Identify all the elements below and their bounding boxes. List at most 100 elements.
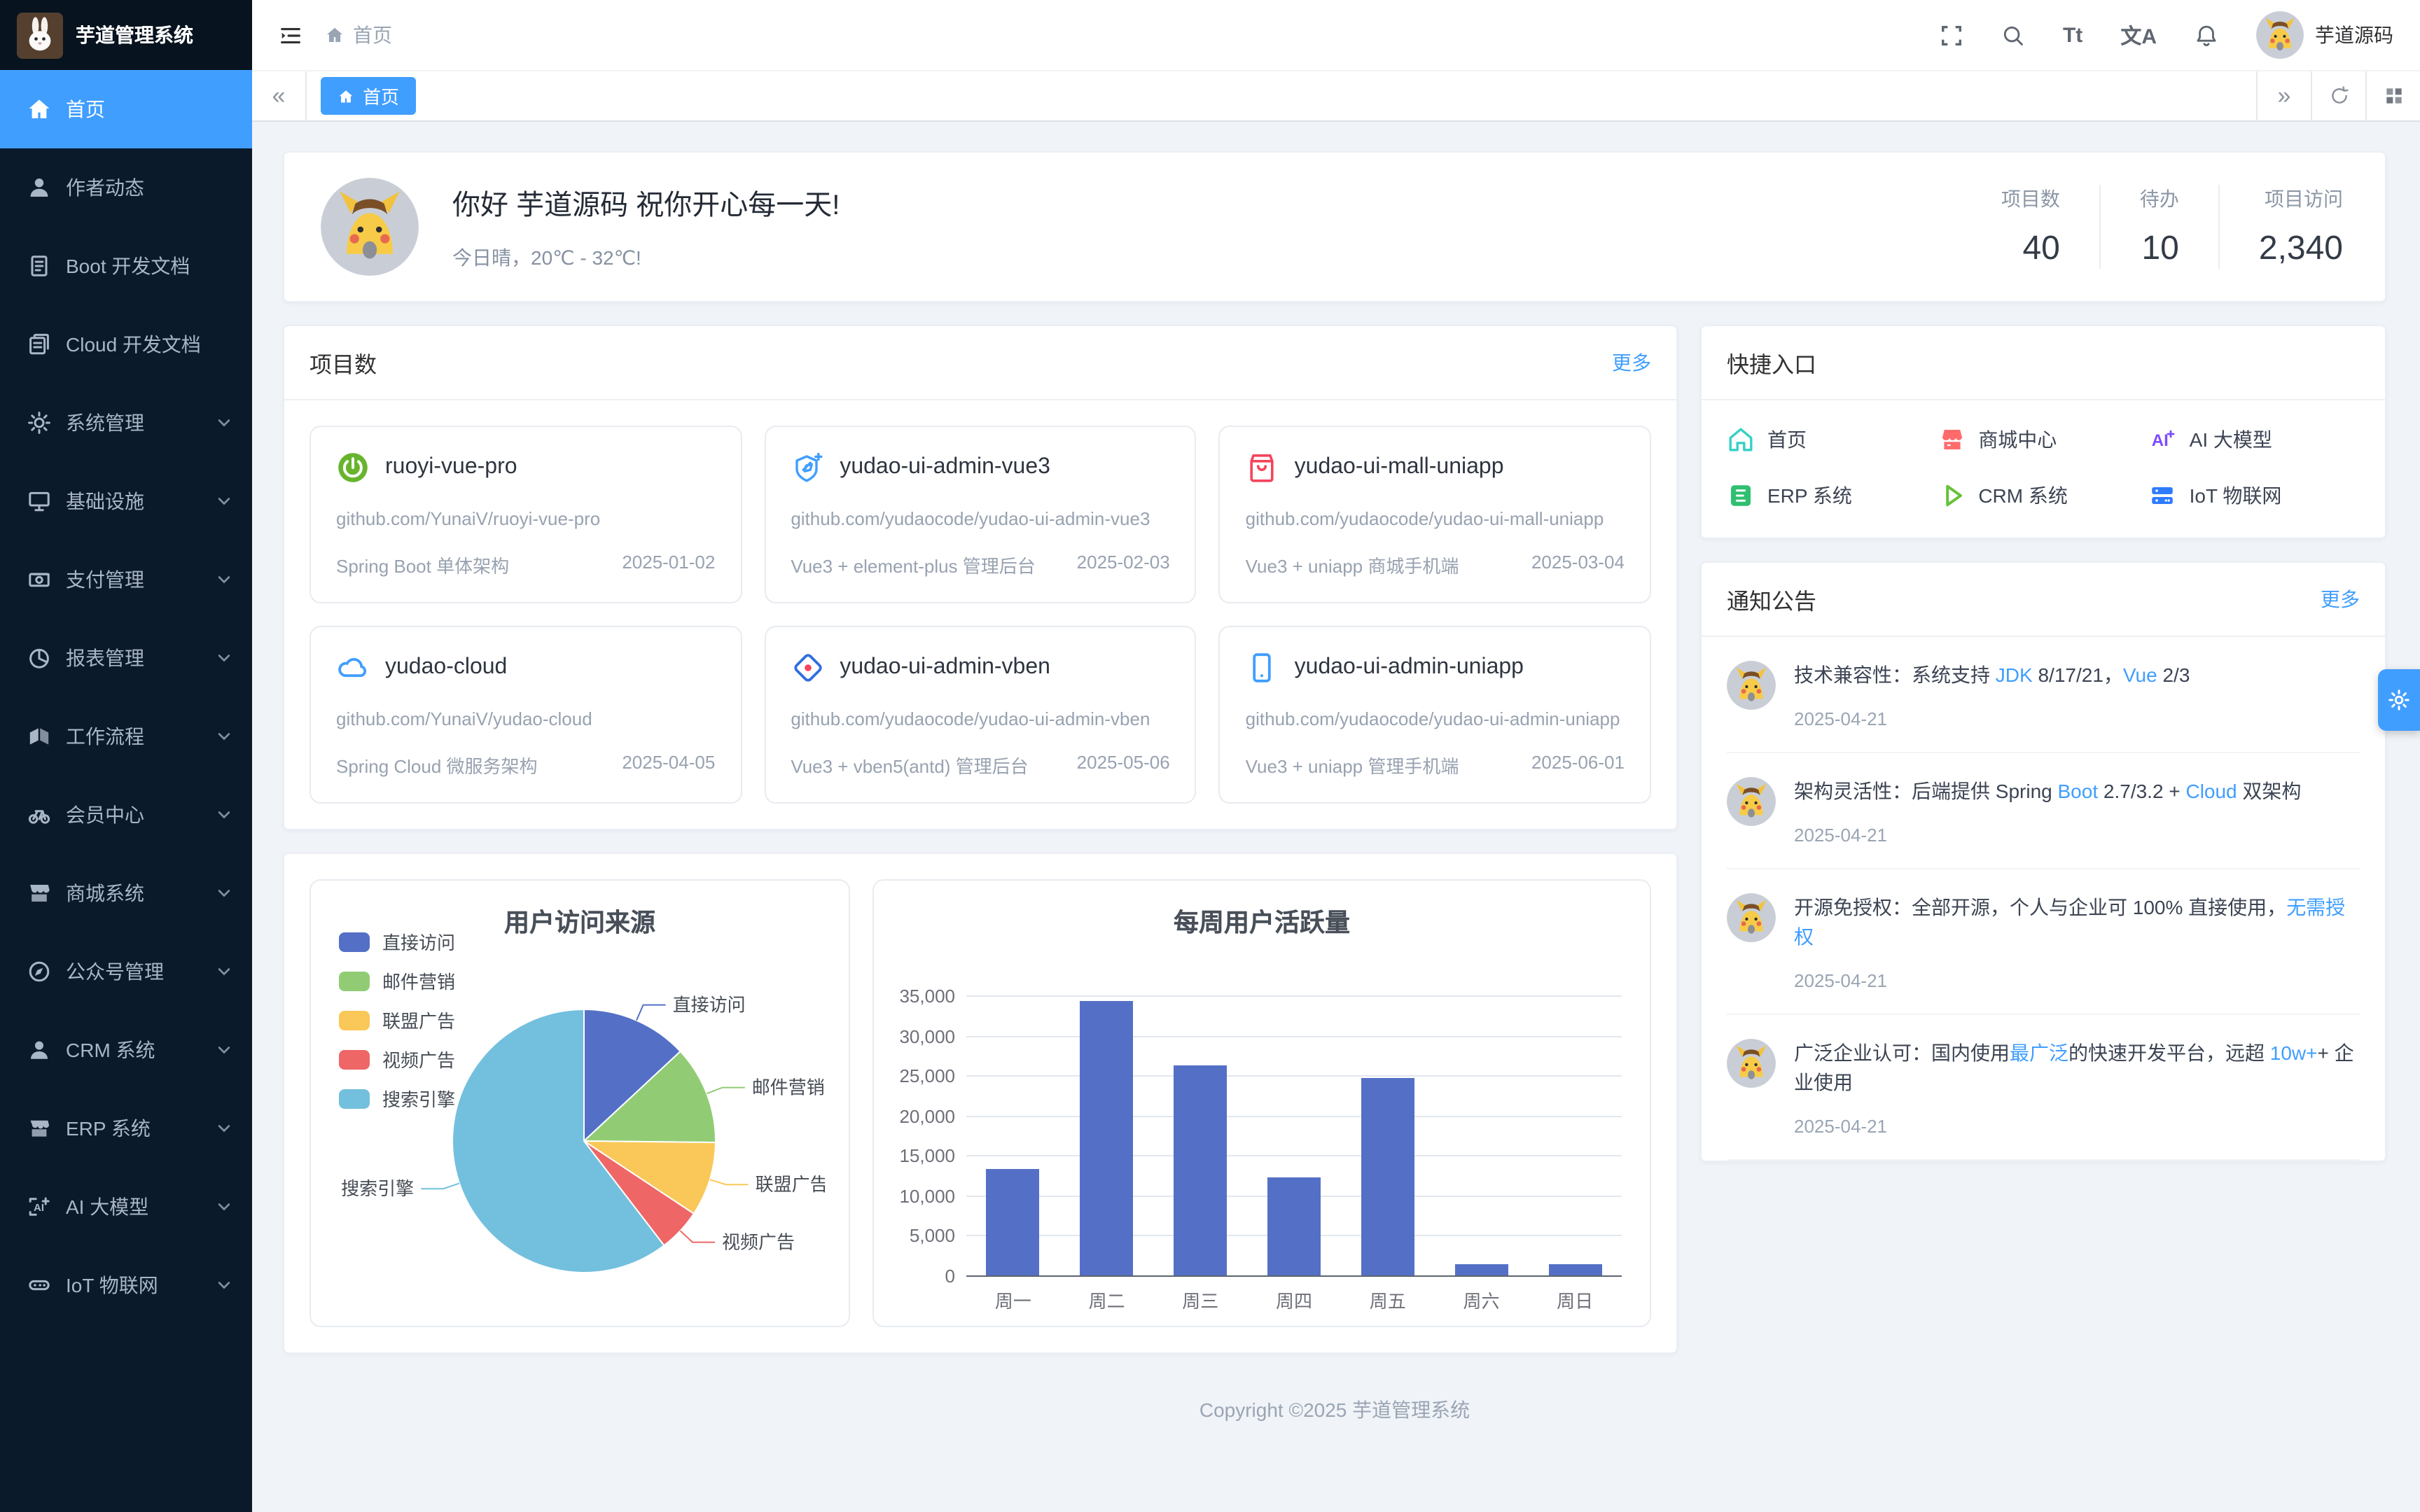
- sidebar-item-作者动态[interactable]: 作者动态: [0, 148, 252, 227]
- notice-link[interactable]: 最广泛: [2010, 1042, 2068, 1064]
- tabs-scroll-left-icon[interactable]: «: [252, 71, 307, 120]
- project-card-yudao-cloud[interactable]: yudao-cloudgithub.com/YunaiV/yudao-cloud…: [310, 626, 742, 804]
- sidebar-item-label: ERP 系统: [66, 1114, 151, 1142]
- project-card-header: ruoyi-vue-pro: [336, 451, 715, 484]
- sidebar-menu: 首页作者动态Boot 开发文档Cloud 开发文档系统管理基础设施支付管理报表管…: [0, 70, 252, 1324]
- pie-label-视频广告: 视频广告: [722, 1232, 795, 1253]
- pie-label-line: [421, 1183, 459, 1189]
- theme-settings-button[interactable]: [2378, 669, 2420, 731]
- y-tick-label: 0: [885, 1266, 955, 1287]
- collapse-sidebar-icon[interactable]: [279, 23, 302, 47]
- quick-entry-商城中心[interactable]: 商城中心: [1938, 426, 2148, 454]
- project-card-yudao-ui-admin-vue3[interactable]: yudao-ui-admin-vue3github.com/yudaocode/…: [764, 426, 1196, 603]
- fullscreen-icon[interactable]: [1940, 23, 1963, 47]
- breadcrumb: 首页: [325, 21, 392, 49]
- sidebar-item-公众号管理[interactable]: 公众号管理: [0, 932, 252, 1011]
- notice-panel: 通知公告 更多 技术兼容性：系统支持 JDK 8/17/21，Vue 2/320…: [1700, 561, 2386, 1162]
- quick-entry-CRM 系统[interactable]: CRM 系统: [1938, 482, 2148, 510]
- projects-more-link[interactable]: 更多: [1612, 349, 1651, 377]
- notice-more-link[interactable]: 更多: [2321, 585, 2360, 613]
- sidebar-item-ERP 系统[interactable]: ERP 系统: [0, 1089, 252, 1168]
- search-icon[interactable]: [2001, 23, 2025, 47]
- sidebar-item-会员中心[interactable]: 会员中心: [0, 776, 252, 854]
- legend-item-搜索引擎[interactable]: 搜索引擎: [339, 1085, 455, 1112]
- quick-entry-IoT 物联网[interactable]: IoT 物联网: [2149, 482, 2360, 510]
- bar-周二[interactable]: [1080, 1002, 1134, 1275]
- sidebar-item-label: CRM 系统: [66, 1036, 155, 1064]
- sidebar-item-商城系统[interactable]: 商城系统: [0, 854, 252, 932]
- phone-icon: [1246, 651, 1279, 685]
- sidebar-item-Cloud 开发文档[interactable]: Cloud 开发文档: [0, 305, 252, 384]
- q-iot-icon: [2149, 482, 2177, 510]
- quick-entry-panel: 快捷入口 首页商城中心AIAI 大模型ERP 系统CRM 系统IoT 物联网: [1700, 325, 2386, 539]
- sidebar-item-基础设施[interactable]: 基础设施: [0, 462, 252, 540]
- bar-x-labels: 周一周二周三周四周五周六周日: [966, 1287, 1622, 1313]
- sidebar-item-工作流程[interactable]: 工作流程: [0, 697, 252, 776]
- main-area: 首页 Tt 文A 芋道源码 « 首页: [252, 0, 2420, 1512]
- footer-copyright: Copyright ©2025 芋道管理系统: [283, 1354, 2386, 1446]
- notice-item[interactable]: 开源免授权：全部开源，个人与企业可 100% 直接使用，无需授权2025-04-…: [1727, 869, 2360, 1015]
- project-card-yudao-ui-admin-uniapp[interactable]: yudao-ui-admin-uniappgithub.com/yudaocod…: [1219, 626, 1651, 804]
- bar-周四[interactable]: [1267, 1177, 1321, 1275]
- sidebar-item-系统管理[interactable]: 系统管理: [0, 384, 252, 462]
- legend-item-直接访问[interactable]: 直接访问: [339, 928, 455, 955]
- pie-label-邮件营销: 邮件营销: [752, 1077, 825, 1098]
- x-tick-label: 周一: [966, 1287, 1060, 1313]
- sidebar-item-报表管理[interactable]: 报表管理: [0, 619, 252, 697]
- sidebar-item-CRM 系统[interactable]: CRM 系统: [0, 1011, 252, 1089]
- layout-grid-icon[interactable]: [2365, 71, 2420, 120]
- legend-item-联盟广告[interactable]: 联盟广告: [339, 1007, 455, 1033]
- legend-item-邮件营销[interactable]: 邮件营销: [339, 967, 455, 994]
- notice-list: 技术兼容性：系统支持 JDK 8/17/21，Vue 2/32025-04-21…: [1702, 637, 2385, 1161]
- quick-entry-AI 大模型[interactable]: AIAI 大模型: [2149, 426, 2360, 454]
- sidebar-item-首页[interactable]: 首页: [0, 70, 252, 148]
- legend-swatch: [339, 971, 370, 990]
- stat-项目数: 项目数40: [1962, 185, 2099, 269]
- bar-cell: [966, 1170, 1060, 1275]
- notice-item[interactable]: 架构灵活性：后端提供 Spring Boot 2.7/3.2 + Cloud 双…: [1727, 753, 2360, 869]
- q-mall-icon: [1938, 426, 1966, 454]
- notice-link[interactable]: 10w+: [2270, 1042, 2318, 1064]
- project-url: github.com/yudaocode/yudao-ui-admin-vue3: [791, 507, 1169, 532]
- bar-周一[interactable]: [987, 1170, 1040, 1275]
- legend-item-视频广告[interactable]: 视频广告: [339, 1046, 455, 1072]
- notice-item[interactable]: 技术兼容性：系统支持 JDK 8/17/21，Vue 2/32025-04-21: [1727, 637, 2360, 753]
- notice-body: 广泛企业认可：国内使用最广泛的快速开发平台，远超 10w++ 企业使用2025-…: [1794, 1039, 2360, 1137]
- notice-date: 2025-04-21: [1794, 708, 2360, 729]
- sidebar-item-label: 报表管理: [66, 644, 144, 672]
- bar-周三[interactable]: [1174, 1065, 1227, 1275]
- sidebar-item-支付管理[interactable]: 支付管理: [0, 540, 252, 619]
- y-tick-label: 35,000: [885, 986, 955, 1007]
- notice-link[interactable]: Cloud: [2185, 780, 2237, 802]
- tab-bar: « 首页 »: [252, 70, 2420, 122]
- notice-item[interactable]: 广泛企业认可：国内使用最广泛的快速开发平台，远超 10w++ 企业使用2025-…: [1727, 1015, 2360, 1161]
- language-icon[interactable]: 文A: [2120, 20, 2157, 50]
- chevron-down-icon: [216, 1120, 232, 1137]
- quick-entry-首页[interactable]: 首页: [1727, 426, 1938, 454]
- bar-周五[interactable]: [1361, 1078, 1414, 1275]
- notice-link[interactable]: Vue: [2123, 664, 2157, 686]
- notice-link[interactable]: JDK: [1996, 664, 2033, 686]
- project-card-yudao-ui-mall-uniapp[interactable]: yudao-ui-mall-uniappgithub.com/yudaocode…: [1219, 426, 1651, 603]
- sidebar-header: 芋道管理系统: [0, 0, 252, 70]
- notice-link[interactable]: Boot: [2058, 780, 2099, 802]
- quick-entry-ERP 系统[interactable]: ERP 系统: [1727, 482, 1938, 510]
- refresh-icon[interactable]: [2311, 71, 2365, 120]
- bar-周日[interactable]: [1548, 1265, 1601, 1275]
- tab-home[interactable]: 首页: [321, 77, 416, 115]
- bar-周六[interactable]: [1454, 1265, 1508, 1275]
- bar-plot: 05,00010,00015,00020,00025,00030,00035,0…: [966, 995, 1622, 1275]
- font-size-icon[interactable]: Tt: [2063, 23, 2082, 47]
- bell-icon[interactable]: [2195, 23, 2218, 47]
- user-menu[interactable]: 芋道源码: [2256, 11, 2393, 59]
- tabs-scroll-right-icon[interactable]: »: [2256, 71, 2311, 120]
- home-icon: [27, 97, 52, 122]
- pikachu-avatar: [1727, 777, 1776, 826]
- project-card-ruoyi-vue-pro[interactable]: ruoyi-vue-progithub.com/YunaiV/ruoyi-vue…: [310, 426, 742, 603]
- greeting-weather: 今日晴，20℃ - 32℃!: [452, 244, 840, 272]
- sidebar-item-IoT 物联网[interactable]: IoT 物联网: [0, 1246, 252, 1324]
- project-card-yudao-ui-admin-vben[interactable]: yudao-ui-admin-vbengithub.com/yudaocode/…: [764, 626, 1196, 804]
- y-tick-label: 5,000: [885, 1226, 955, 1247]
- sidebar-item-AI 大模型[interactable]: AIAI 大模型: [0, 1168, 252, 1246]
- sidebar-item-Boot 开发文档[interactable]: Boot 开发文档: [0, 227, 252, 305]
